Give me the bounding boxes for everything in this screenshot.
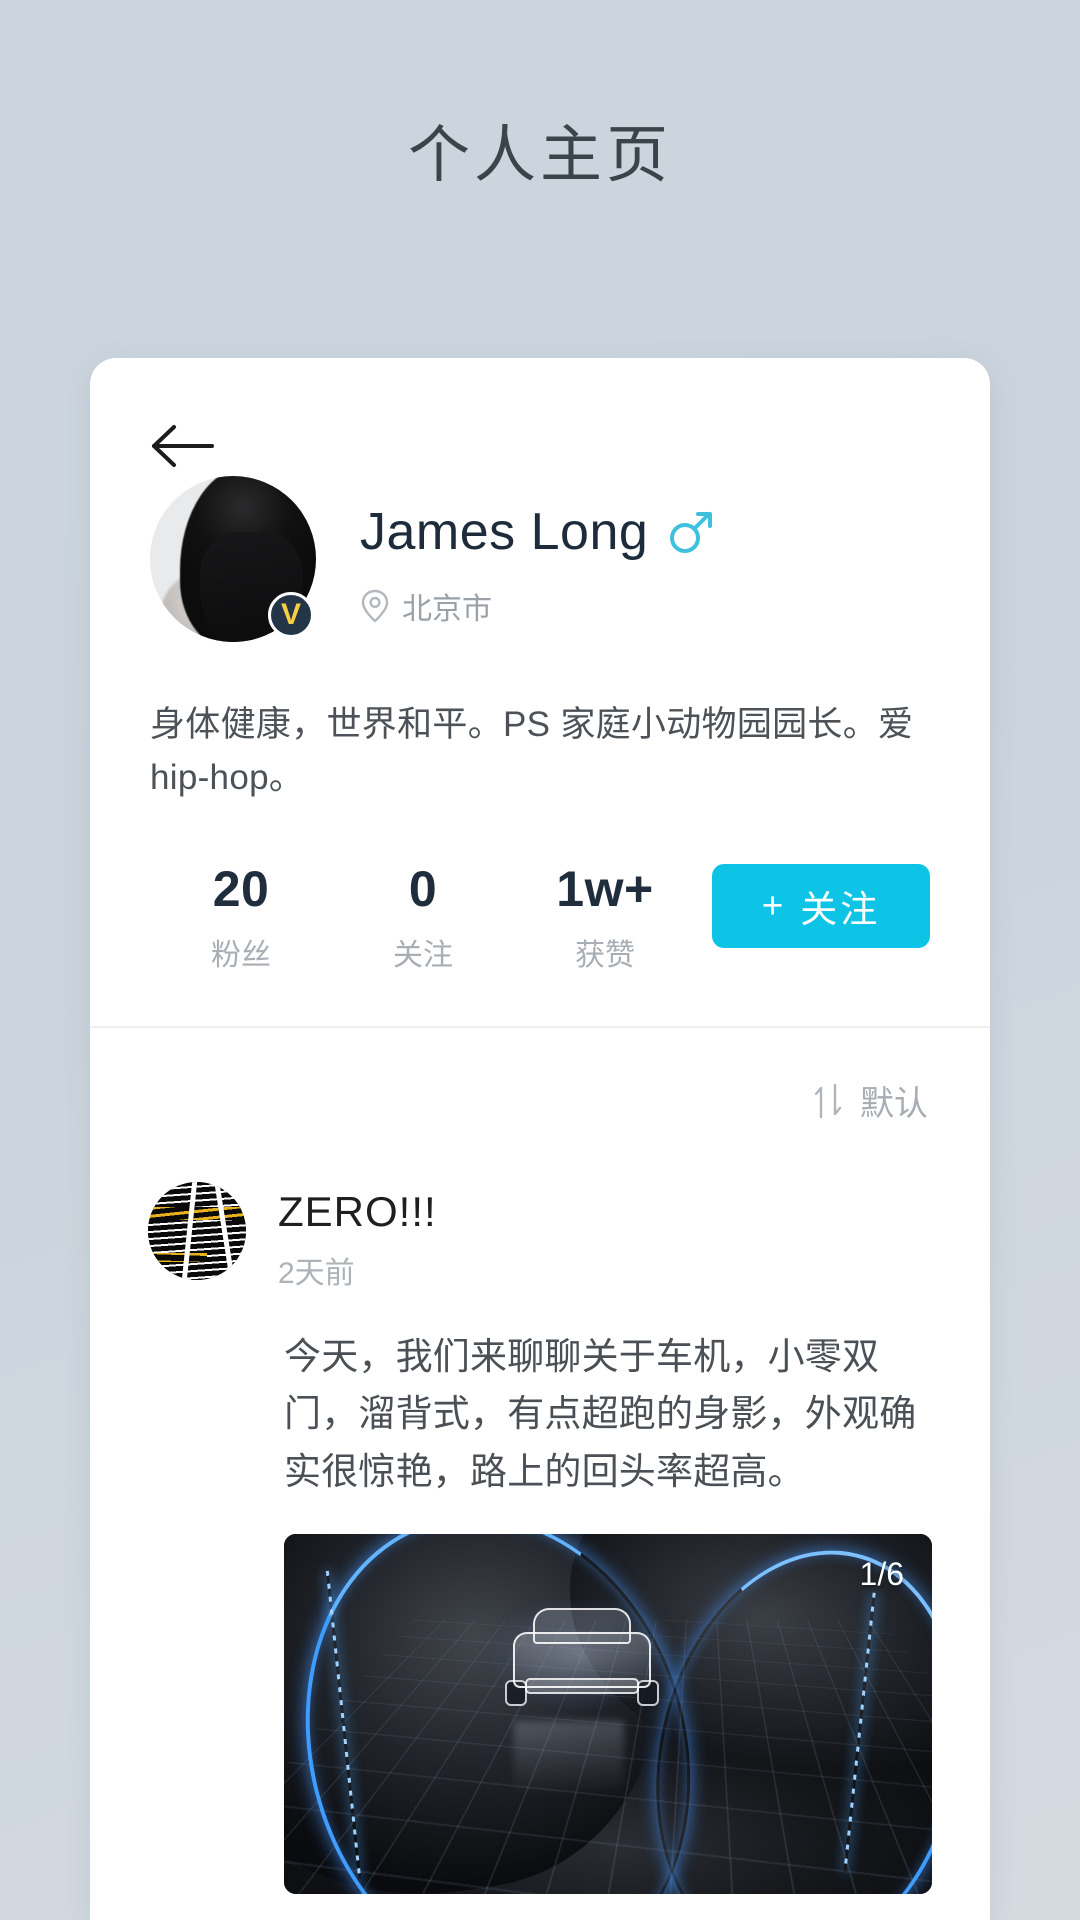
stat-value: 20 [212, 861, 270, 918]
post-item: ZERO!!! 2天前 今天，我们来聊聊关于车机，小零双门，溜背式，有点超跑的身… [90, 1182, 990, 1895]
location-pin-icon [360, 589, 390, 623]
user-name: James Long [360, 503, 649, 561]
stat-following[interactable]: 0 关注 [332, 860, 514, 974]
sort-label: 默认 [860, 1085, 928, 1123]
post-media-image[interactable]: 1/6 [284, 1534, 932, 1895]
stats-row: 20 粉丝 0 关注 1w+ 获赞 + 关注 [150, 860, 930, 974]
stat-value: 0 [408, 861, 438, 918]
sort-control[interactable]: 默认 [812, 1076, 928, 1125]
post-meta: ZERO!!! 2天前 [278, 1182, 437, 1292]
plus-icon: + [761, 885, 787, 927]
back-button[interactable] [150, 418, 224, 474]
identity-text: James Long 北京市 [360, 476, 714, 628]
car-graphic [492, 1599, 673, 1710]
stat-label: 关注 [393, 939, 453, 973]
arrow-left-icon [150, 421, 220, 471]
follow-button-label: 关注 [800, 889, 881, 931]
page-title: 个人主页 [407, 121, 672, 190]
post-author-avatar[interactable] [148, 1182, 246, 1280]
profile-card: V James Long 北京市 身体健康，世界和平。PS 家庭小动物园园长。爱… [90, 358, 990, 1920]
stat-value: 1w+ [556, 861, 654, 918]
media-counter: 1/6 [859, 1556, 904, 1593]
profile-bio: 身体健康，世界和平。PS 家庭小动物园园长。爱hip-hop。 [150, 705, 914, 798]
post-text: 今天，我们来聊聊关于车机，小零双门，溜背式，有点超跑的身影，外观确实很惊艳，路上… [284, 1336, 917, 1492]
section-divider [90, 1026, 990, 1028]
verified-badge-label: V [280, 598, 301, 631]
identity-row: V James Long 北京市 [90, 476, 990, 642]
male-icon [666, 508, 714, 556]
profile-section: V James Long 北京市 身体健康，世界和平。PS 家庭小动物园园长。爱… [90, 476, 990, 974]
stat-followers[interactable]: 20 粉丝 [150, 860, 332, 974]
avatar[interactable]: V [150, 476, 316, 642]
location-text: 北京市 [402, 593, 492, 626]
sort-arrows-icon [812, 1083, 846, 1119]
post-author-name: ZERO!!! [278, 1188, 437, 1235]
verified-badge: V [268, 592, 314, 638]
location-row: 北京市 [360, 584, 714, 628]
post-timestamp: 2天前 [278, 1257, 355, 1290]
follow-button[interactable]: + 关注 [712, 864, 930, 949]
stat-likes[interactable]: 1w+ 获赞 [514, 860, 696, 974]
stat-label: 粉丝 [211, 939, 271, 973]
name-row: James Long [360, 502, 714, 562]
post-header: ZERO!!! 2天前 [90, 1182, 990, 1292]
stat-label: 获赞 [575, 939, 635, 973]
